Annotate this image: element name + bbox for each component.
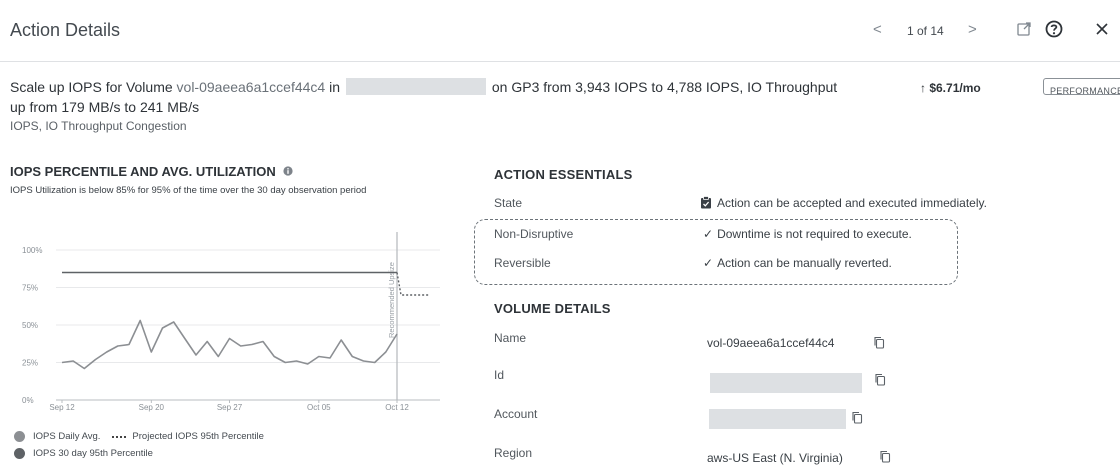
daily-avg-line <box>61 319 398 370</box>
iops-utilization-chart: 0% 25% 50% 75% 100% Sep 12 Sep 20 Sep 27 Oct 05 O… <box>22 232 440 412</box>
x-tick-label: Sep 20 <box>139 403 165 412</box>
copy-account-icon[interactable] <box>851 411 863 424</box>
state-value: Action can be accepted and executed imme… <box>700 196 987 210</box>
cost-delta: ↑ $6.71/mo <box>920 81 981 95</box>
redacted-account-value <box>709 409 846 429</box>
summary-line-2: up from 179 MB/s to 241 MB/s <box>10 99 200 115</box>
copy-region-icon[interactable] <box>879 450 891 463</box>
account-label: Account <box>494 407 538 421</box>
y-tick-label: 100% <box>22 246 42 255</box>
state-value-text: Action can be accepted and executed imme… <box>717 196 987 210</box>
chart-legend: IOPS Daily Avg. Projected IOPS 95th Perc… <box>14 428 264 462</box>
copy-id-icon[interactable] <box>874 373 886 386</box>
legend-row: IOPS Daily Avg. Projected IOPS 95th Perc… <box>14 428 264 445</box>
y-tick-label: 25% <box>22 359 38 368</box>
check-icon: ✓ <box>703 256 714 270</box>
recommendation-marker-label: Recommended Upsize <box>387 262 396 338</box>
check-icon: ✓ <box>703 227 714 241</box>
state-label: State <box>494 196 523 210</box>
volume-details-title: VOLUME DETAILS <box>494 301 611 316</box>
legend-95th-swatch <box>14 448 25 459</box>
redacted-id <box>710 373 862 393</box>
summary-suffix: on GP3 from 3,943 IOPS to 4,788 IOPS, IO… <box>491 79 838 95</box>
dialog-header: Action Details < 1 of 14 > <box>0 0 1120 62</box>
reversible-value: ✓ Action can be manually reverted. <box>703 256 892 270</box>
reversible-text: Action can be manually reverted. <box>717 256 892 270</box>
legend-projected-swatch <box>112 435 127 438</box>
chart-description: IOPS Utilization is below 85% for 95% of… <box>10 185 367 196</box>
x-tick-label: Sep 27 <box>217 403 243 412</box>
previous-action-button[interactable]: < <box>873 21 882 38</box>
legend-row: IOPS 30 day 95th Percentile <box>14 445 264 462</box>
chart-title-text: IOPS PERCENTILE AND AVG. UTILIZATION <box>10 164 276 179</box>
legend-95th: IOPS 30 day 95th Percentile <box>33 448 153 459</box>
y-tick-label: 0% <box>22 396 34 405</box>
action-subcategory: IOPS, IO Throughput Congestion <box>10 119 187 133</box>
name-label: Name <box>494 331 527 345</box>
name-value: vol-09aeea6a1ccef44c4 <box>707 336 835 350</box>
pager-count: 1 of 14 <box>907 24 944 38</box>
action-summary: Scale up IOPS for Volume vol-09aeea6a1cc… <box>10 77 1120 133</box>
non-disruptive-value: ✓ Downtime is not required to execute. <box>703 227 912 241</box>
info-icon[interactable] <box>283 166 294 176</box>
non-disruptive-label: Non-Disruptive <box>494 227 574 241</box>
volume-id-link[interactable]: vol-09aeea6a1ccef44c4 <box>177 79 326 95</box>
legend-daily-avg-swatch <box>14 431 25 442</box>
open-external-icon[interactable] <box>1015 20 1033 38</box>
summary-in: in <box>329 79 340 95</box>
category-badge: PERFORMANCE <box>1043 78 1120 95</box>
help-icon[interactable] <box>1045 20 1063 38</box>
dialog-title: Action Details <box>10 20 121 40</box>
y-tick-label: 75% <box>22 284 38 293</box>
x-tick-label: Oct 05 <box>307 403 331 412</box>
region-value: aws-US East (N. Virginia) <box>707 451 843 465</box>
id-label: Id <box>494 368 505 382</box>
chart-title: IOPS PERCENTILE AND AVG. UTILIZATION <box>10 164 294 179</box>
close-icon[interactable] <box>1093 20 1111 38</box>
redacted-account <box>345 78 486 95</box>
projected-percentile-line <box>396 272 430 296</box>
y-tick-label: 50% <box>22 321 38 330</box>
summary-prefix: Scale up IOPS for Volume <box>10 79 173 95</box>
non-disruptive-text: Downtime is not required to execute. <box>717 227 912 241</box>
legend-projected: Projected IOPS 95th Percentile <box>132 431 264 442</box>
region-label: Region <box>494 446 533 460</box>
reversible-label: Reversible <box>494 256 551 270</box>
next-action-button[interactable]: > <box>968 21 977 38</box>
legend-daily-avg: IOPS Daily Avg. <box>33 431 101 442</box>
x-tick-label: Sep 12 <box>49 403 75 412</box>
action-essentials-title: ACTION ESSENTIALS <box>494 167 633 182</box>
copy-name-icon[interactable] <box>873 336 885 349</box>
clipboard-check-icon <box>701 196 711 209</box>
x-tick-label: Oct 12 <box>385 403 409 412</box>
summary-line-1: Scale up IOPS for Volume vol-09aeea6a1cc… <box>10 77 1120 97</box>
